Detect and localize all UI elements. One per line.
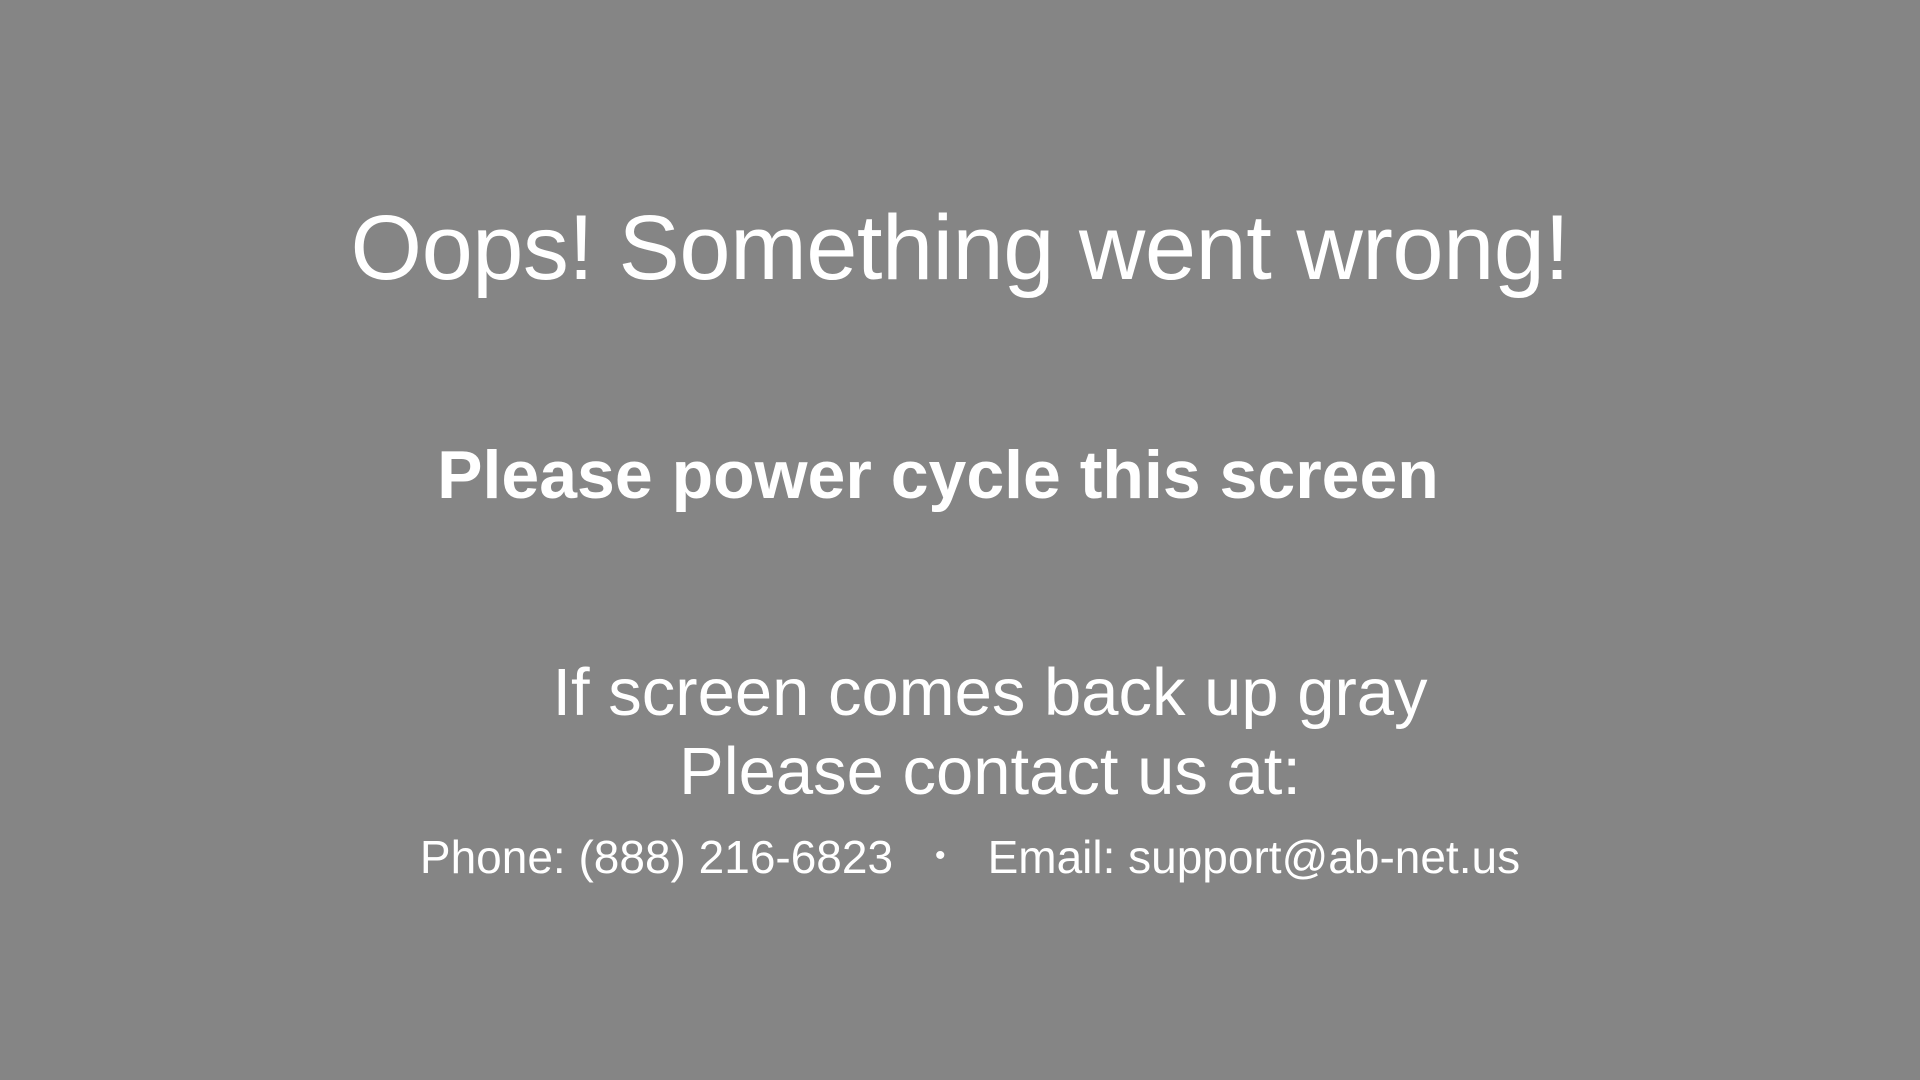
contact-info: Phone: (888) 216-6823 • Email: support@ab-… (10, 834, 1920, 880)
power-cycle-instruction: Please power cycle this screen (437, 437, 1439, 513)
gray-screen-message: If screen comes back up gray (552, 655, 1428, 730)
support-email: Email: support@ab-net.us (987, 831, 1521, 883)
separator-dot: • (935, 839, 946, 872)
error-headline: Oops! Something went wrong! (350, 197, 1570, 299)
error-screen: Oops! Something went wrong! Please power… (0, 0, 1920, 1080)
phone-number: Phone: (888) 216-6823 (419, 831, 894, 883)
contact-prompt: Please contact us at: (679, 734, 1301, 809)
